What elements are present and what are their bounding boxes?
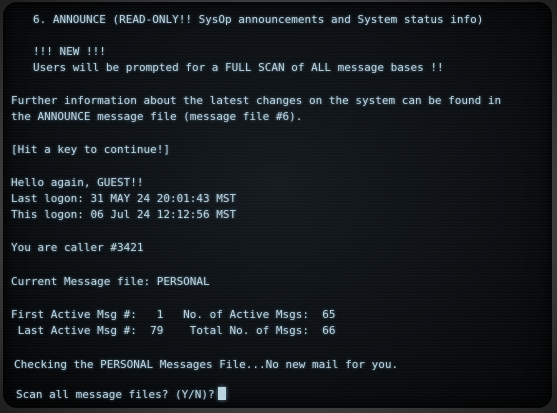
new-banner: !!! NEW !!! [33,45,106,58]
greeting: Hello again, GUEST!! [11,176,144,189]
scan-prompt-line[interactable]: Scan all message files? (Y/N)? [16,387,226,402]
last-active-line: Last Active Msg #: 79 Total No. of Msgs:… [11,324,336,337]
info-line-2: the ANNOUNCE message file (message file … [11,110,303,123]
text-cursor[interactable] [217,387,226,400]
info-line-1: Further information about the latest cha… [11,94,502,107]
full-scan-notice: Users will be prompted for a FULL SCAN o… [33,61,444,74]
caller-number: You are caller #3421 [11,241,144,254]
mail-check: Checking the PERSONAL Messages File...No… [14,358,399,371]
terminal-screen[interactable]: 6. ANNOUNCE (READ-ONLY!! SysOp announcem… [3,2,552,408]
current-message-file: Current Message file: PERSONAL [11,275,210,288]
announce-header: 6. ANNOUNCE (READ-ONLY!! SysOp announcem… [33,13,484,26]
scan-prompt: Scan all message files? (Y/N)? [16,388,215,401]
hit-key-prompt: [Hit a key to continue!] [11,143,170,156]
this-logon: This logon: 06 Jul 24 12:12:56 MST [11,208,237,221]
first-active-line: First Active Msg #: 1 No. of Active Msgs… [11,308,336,321]
last-logon: Last logon: 31 MAY 24 20:01:43 MST [11,192,237,205]
